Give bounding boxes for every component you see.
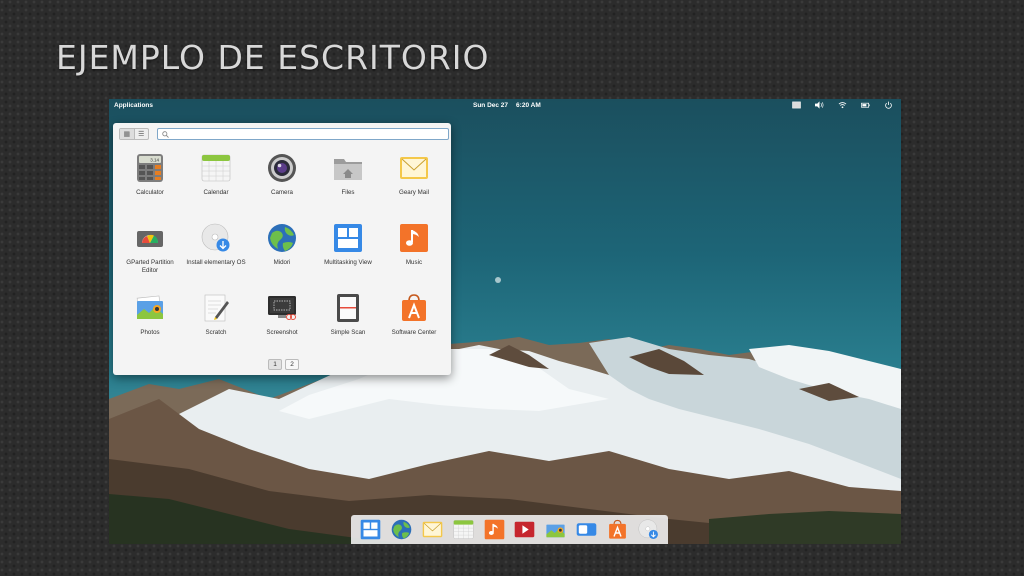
application-launcher: ▦ ☰ 3.14 Calculator Calendar Camera File…	[113, 123, 451, 375]
app-label: Install elementary OS	[186, 259, 246, 266]
moon	[495, 277, 501, 283]
mail-icon[interactable]	[422, 519, 443, 540]
app-label: Camera	[270, 189, 293, 196]
search-input[interactable]	[173, 130, 433, 138]
page-button-2[interactable]: 2	[285, 359, 299, 370]
installer-icon	[201, 223, 230, 252]
app-label: Files	[341, 189, 355, 196]
scratch-icon	[204, 294, 229, 322]
app-label: Midori	[273, 259, 291, 266]
midori-icon[interactable]	[391, 519, 412, 540]
calculator-icon: 3.14	[137, 154, 163, 182]
photos-icon	[136, 295, 163, 319]
app-music[interactable]: Music	[381, 223, 447, 293]
videos-icon[interactable]	[514, 519, 535, 540]
app-label: Simple Scan	[330, 329, 366, 336]
multitasking-icon	[334, 224, 362, 252]
app-midori[interactable]: Midori	[249, 223, 315, 293]
page-button-1[interactable]: 1	[268, 359, 282, 370]
app-camera[interactable]: Camera	[249, 153, 315, 223]
app-gparted[interactable]: GParted Partition Editor	[117, 223, 183, 293]
app-label: Software Center	[391, 329, 437, 336]
app-label: Multitasking View	[324, 259, 372, 266]
wifi-icon[interactable]	[838, 101, 847, 109]
mail-icon	[400, 157, 428, 179]
app-calculator[interactable]: 3.14 Calculator	[117, 153, 183, 223]
app-scratch[interactable]: Scratch	[183, 293, 249, 363]
midori-icon	[268, 224, 296, 252]
gparted-icon	[137, 231, 163, 247]
app-label: Photos	[140, 329, 160, 336]
software-center-icon	[402, 294, 426, 321]
applications-menu-button[interactable]: Applications	[114, 102, 153, 109]
calendar-icon[interactable]	[453, 519, 474, 540]
photos-icon[interactable]	[545, 519, 566, 540]
app-files[interactable]: Files	[315, 153, 381, 223]
app-simple-scan[interactable]: Simple Scan	[315, 293, 381, 363]
view-toggle: ▦ ☰	[119, 128, 149, 140]
multitasking-icon[interactable]	[360, 519, 381, 540]
music-icon[interactable]	[484, 519, 505, 540]
music-icon	[400, 224, 428, 252]
app-photos[interactable]: Photos	[117, 293, 183, 363]
software-center-icon[interactable]	[607, 519, 628, 540]
screenshot-icon	[268, 296, 296, 320]
app-calendar[interactable]: Calendar	[183, 153, 249, 223]
category-view-button[interactable]: ☰	[135, 129, 149, 139]
app-label: Music	[405, 259, 423, 266]
app-install-elementary[interactable]: Install elementary OS	[183, 223, 249, 293]
panel-clock[interactable]: Sun Dec 27 6:20 AM	[473, 102, 541, 109]
top-panel: Applications Sun Dec 27 6:20 AM	[109, 99, 901, 112]
app-label: Scratch	[205, 329, 227, 336]
volume-icon[interactable]	[815, 101, 824, 109]
panel-time: 6:20 AM	[516, 102, 541, 109]
app-geary-mail[interactable]: Geary Mail	[381, 153, 447, 223]
app-label: Geary Mail	[399, 189, 429, 196]
keyboard-icon[interactable]	[792, 101, 801, 109]
dock	[351, 515, 668, 544]
app-grid: 3.14 Calculator Calendar Camera Files Ge…	[117, 153, 447, 363]
app-label: Calendar	[203, 189, 229, 196]
grid-view-button[interactable]: ▦	[120, 129, 135, 139]
slide-title: EJEMPLO DE ESCRITORIO	[56, 38, 490, 77]
app-label: Calculator	[136, 189, 164, 196]
installer-icon[interactable]	[638, 519, 659, 540]
panel-indicators	[792, 101, 893, 109]
search-box	[157, 128, 449, 140]
app-label: Screenshot	[266, 329, 298, 336]
app-label: GParted Partition Editor	[126, 259, 174, 274]
app-software-center[interactable]: Software Center	[381, 293, 447, 363]
battery-icon[interactable]	[861, 101, 870, 109]
switchboard-icon[interactable]	[576, 519, 597, 540]
calendar-icon	[201, 154, 231, 182]
search-icon	[162, 130, 169, 138]
calculator-display: 3.14	[150, 158, 159, 163]
app-multitasking-view[interactable]: Multitasking View	[315, 223, 381, 293]
panel-date: Sun Dec 27	[473, 102, 509, 109]
desktop-screenshot: Applications Sun Dec 27 6:20 AM ▦ ☰ 3.14…	[109, 99, 901, 544]
app-screenshot[interactable]: Screenshot	[249, 293, 315, 363]
launcher-pager: 1 2	[268, 359, 299, 370]
files-icon	[334, 159, 362, 180]
power-icon[interactable]	[884, 101, 893, 109]
camera-icon	[268, 154, 296, 182]
scan-icon	[337, 294, 359, 322]
